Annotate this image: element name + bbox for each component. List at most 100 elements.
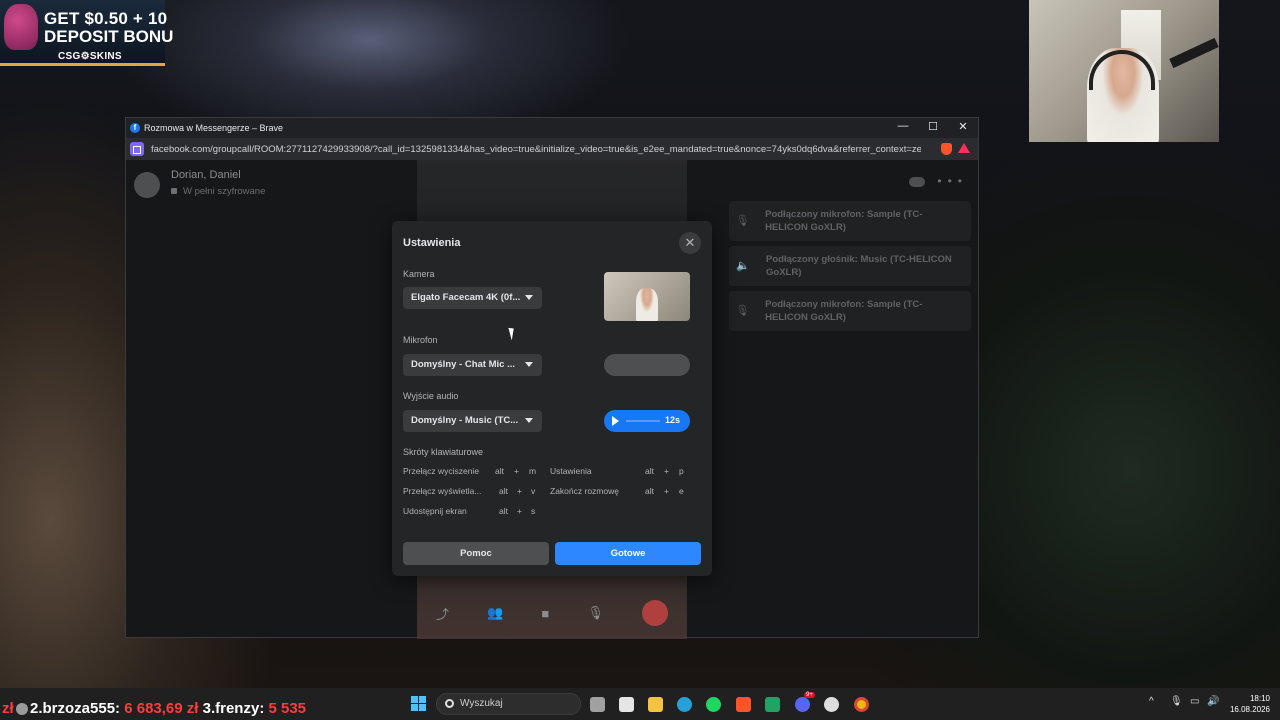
gamepad-icon[interactable] (909, 176, 926, 187)
chevron-down-icon (525, 418, 533, 423)
close-window-button[interactable]: ✕ (948, 120, 978, 133)
discord-badge: 9+ (804, 692, 815, 698)
streamer-webcam (1029, 0, 1219, 142)
shortcut-key: alt (495, 466, 504, 476)
people-icon[interactable]: 👥 (487, 605, 503, 621)
search-placeholder: Wyszukaj (460, 698, 503, 709)
audio-output-select[interactable]: Domyślny - Music (TC... (403, 410, 542, 432)
audio-test-player[interactable]: 12s (604, 410, 690, 432)
address-bar[interactable]: facebook.com/groupcall/ROOM:277112742993… (126, 138, 978, 160)
notification-item: 🔈 Podłączony głośnik: Music (TC-HELICON … (729, 246, 971, 286)
maximize-button[interactable]: ☐ (918, 120, 948, 133)
encryption-status: W pełni szyfrowane (171, 186, 265, 197)
file-explorer-icon[interactable] (590, 697, 605, 712)
mic-icon[interactable]: 🎙 (587, 605, 604, 621)
camera-select[interactable]: Elgato Facecam 4K (0f... (403, 287, 542, 309)
chrome-icon[interactable] (854, 697, 869, 712)
shortcut-key: s (531, 506, 536, 516)
shortcut-key: + (664, 486, 669, 496)
done-button[interactable]: Gotowe (555, 542, 701, 565)
microphone-icon: 🎙 (735, 305, 750, 317)
microphone-tray-icon[interactable]: 🎙 (1170, 696, 1183, 707)
brave-icon[interactable] (736, 697, 751, 712)
shortcuts-label: Skróty klawiaturowe (403, 447, 484, 457)
help-button[interactable]: Pomoc (403, 542, 549, 565)
windows-start-icon[interactable] (411, 696, 426, 711)
share-icon[interactable]: ⤴ (436, 604, 449, 623)
obs-icon[interactable] (824, 697, 839, 712)
top-actions: ••• (909, 174, 968, 188)
notification-text: Podłączony głośnik: Music (TC-HELICON Go… (766, 254, 952, 278)
stream-ad-banner: GET $0.50 + 10 DEPOSIT BONU CSG⚙SKINS (0, 0, 173, 66)
lock-icon (171, 188, 177, 194)
ticker-amount-1: 6 683,69 zł (124, 700, 199, 717)
mic-label: Mikrofon (403, 335, 438, 345)
notification-text: Podłączony mikrofon: Sample (TC-HELICON … (765, 209, 923, 233)
shortcut-label: Zakończ rozmowę (550, 486, 619, 496)
store-icon[interactable] (619, 697, 634, 712)
ticker-text-2: 3.frenzy: (202, 700, 265, 717)
mic-level-meter (604, 354, 690, 376)
brave-rewards-icon[interactable] (958, 143, 970, 153)
boom-mic-icon (1169, 37, 1219, 69)
url-text[interactable]: facebook.com/groupcall/ROOM:277112742993… (151, 144, 921, 155)
clock[interactable]: 18:10 16.08.2026 (1224, 693, 1270, 715)
clock-date: 16.08.2026 (1229, 705, 1270, 714)
window-titlebar[interactable]: f Rozmowa w Messengerze – Brave — ☐ ✕ (126, 118, 978, 138)
speaker-icon: 🔈 (736, 260, 750, 272)
shortcut-label: Udostępnij ekran (403, 506, 467, 516)
more-icon[interactable]: ••• (937, 174, 968, 188)
taskbar-search[interactable]: Wyszukaj (436, 693, 581, 715)
volume-icon[interactable]: 🔊 (1207, 696, 1219, 707)
camera-select-value: Elgato Facecam 4K (0f... (411, 292, 521, 303)
audio-test-time: 12s (664, 415, 680, 425)
shortcut-key: + (664, 466, 669, 476)
mic-select[interactable]: Domyślny - Chat Mic ... (403, 354, 542, 376)
dialog-title: Ustawienia (403, 237, 461, 249)
donation-ticker: zł 2.brzoza555: 6 683,69 zł 3.frenzy: 5 … (0, 700, 306, 720)
shortcut-key: alt (645, 466, 654, 476)
window-title: Rozmowa w Messengerze – Brave (144, 123, 284, 133)
chevron-down-icon (525, 362, 533, 367)
minimize-button[interactable]: — (888, 120, 918, 132)
discord-icon[interactable] (795, 697, 810, 712)
excel-icon[interactable] (765, 697, 780, 712)
shortcut-key: alt (499, 506, 508, 516)
chevron-down-icon (525, 295, 533, 300)
shortcut-label: Przełącz wyciszenie (403, 466, 480, 476)
edge-icon[interactable] (677, 697, 692, 712)
shortcut-key: p (679, 466, 684, 476)
brave-shields-icon[interactable] (941, 143, 952, 155)
mic-select-value: Domyślny - Chat Mic ... (411, 359, 515, 370)
shortcut-key: v (531, 486, 536, 496)
clock-time: 18:10 (1249, 694, 1270, 703)
spotify-icon[interactable] (706, 697, 721, 712)
shortcut-label: Przełącz wyświetla... (403, 486, 482, 496)
notification-text: Podłączony mikrofon: Sample (TC-HELICON … (765, 299, 923, 323)
search-icon (445, 699, 454, 708)
shortcut-key: + (517, 486, 522, 496)
shortcut-key: + (517, 506, 522, 516)
shortcut-key: m (529, 466, 537, 476)
mascot-icon (4, 4, 38, 50)
ticker-text-1: 2.brzoza555: (30, 700, 121, 717)
facebook-icon: f (130, 123, 140, 133)
end-call-button[interactable] (641, 600, 668, 626)
play-icon[interactable] (612, 416, 619, 426)
show-hidden-icon[interactable]: ^ (1149, 696, 1154, 707)
video-call-icon (130, 142, 144, 156)
close-dialog-button[interactable]: ✕ (679, 232, 701, 254)
microphone-icon: 🎙 (735, 215, 750, 227)
audio-select-value: Domyślny - Music (TC... (411, 415, 519, 426)
shortcut-key: alt (645, 486, 654, 496)
notification-item: 🎙 Podłączony mikrofon: Sample (TC-HELICO… (729, 291, 971, 331)
shortcut-key: alt (499, 486, 508, 496)
folder-icon[interactable] (648, 697, 663, 712)
ticker-amount-2: 5 535 (268, 700, 307, 717)
avatar (16, 703, 28, 716)
ad-brand: CSG⚙SKINS (58, 51, 122, 62)
network-icon[interactable]: ▭ (1190, 696, 1199, 707)
camera-icon[interactable]: ■ (541, 606, 549, 621)
shortcut-label: Ustawienia (550, 466, 592, 476)
notification-item: 🎙 Podłączony mikrofon: Sample (TC-HELICO… (729, 201, 971, 241)
